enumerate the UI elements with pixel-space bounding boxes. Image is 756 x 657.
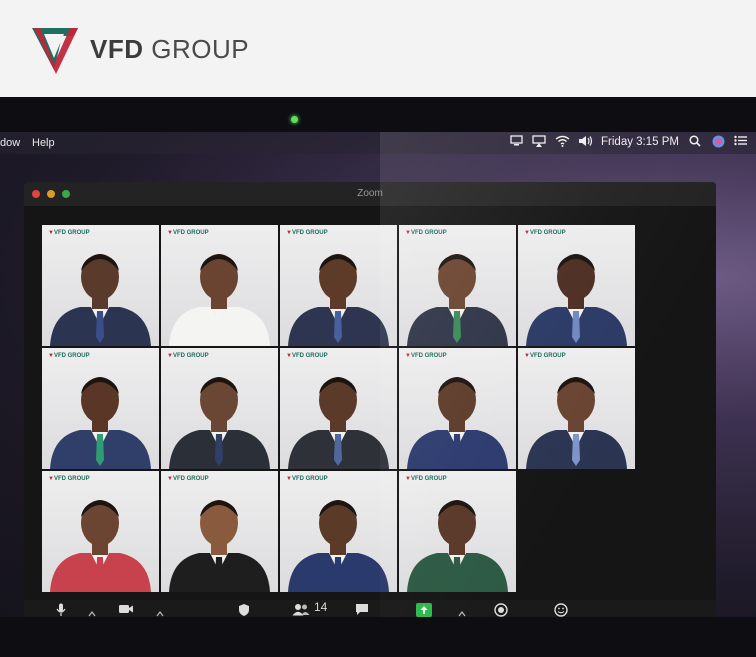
participant-video [407,377,508,469]
participant-tile[interactable]: ▼VFD GROUP [161,471,278,592]
participant-video [407,254,508,346]
chevron-up-icon[interactable] [458,606,466,617]
participant-video [50,500,151,592]
video-icon[interactable] [118,603,134,617]
participant-video [526,377,627,469]
reactions-icon[interactable] [554,603,568,617]
chat-icon[interactable] [355,603,369,617]
participant-tile[interactable]: ▼VFD GROUP [42,225,159,346]
participant-tile[interactable]: ▼VFD GROUP [42,348,159,469]
wifi-icon[interactable] [555,135,570,149]
vfd-logo: VFD GROUP [30,22,249,76]
menubar-clock[interactable]: Friday 3:15 PM [601,136,679,148]
menu-item-window[interactable]: dow [0,137,20,149]
share-screen-button[interactable] [416,603,432,617]
participant-video [50,377,151,469]
participant-video [407,500,508,592]
participant-tile[interactable]: ▼VFD GROUP [42,471,159,592]
participant-video [288,377,389,469]
desktop-screen: dow Help Friday 3:15 PM Zoom ▼VFD GROUP … [0,132,756,617]
chevron-up-icon[interactable] [88,606,96,617]
participant-tile[interactable]: ▼VFD GROUP [518,348,635,469]
header-band: VFD GROUP [0,0,756,100]
participant-tile[interactable]: ▼VFD GROUP [280,225,397,346]
participant-video [169,500,270,592]
participant-video [169,254,270,346]
zoom-window-title: Zoom [357,188,383,199]
volume-icon[interactable] [578,135,593,149]
participant-tile[interactable]: ▼VFD GROUP [518,225,635,346]
menu-bar: dow Help Friday 3:15 PM [0,132,756,154]
participant-video [169,377,270,469]
participant-video [288,254,389,346]
participant-tile[interactable]: ▼VFD GROUP [399,348,516,469]
siri-icon[interactable] [711,135,725,149]
participant-video [50,254,151,346]
participant-tile[interactable]: ▼VFD GROUP [399,225,516,346]
participant-tile[interactable]: ▼VFD GROUP [399,471,516,592]
menu-item-help[interactable]: Help [32,137,55,149]
participant-tile[interactable]: ▼VFD GROUP [280,471,397,592]
security-icon[interactable] [238,603,250,617]
participant-video [288,500,389,592]
participant-tile[interactable]: ▼VFD GROUP [161,348,278,469]
participant-video [526,254,627,346]
zoom-titlebar: Zoom [24,182,716,206]
logo-wordmark: VFD GROUP [90,33,250,64]
webcam-indicator [291,116,298,123]
mic-icon[interactable] [56,603,66,617]
participant-tile[interactable]: ▼VFD GROUP [161,225,278,346]
vfd-logo-mark-icon [32,28,78,74]
screen-mirror-icon[interactable] [509,135,523,149]
participants-icon[interactable] [292,603,310,617]
search-icon[interactable] [688,135,702,149]
record-icon[interactable] [494,603,508,617]
zoom-toolbar: 14 [24,600,716,617]
participants-count-badge: 14 [314,600,328,614]
zoom-window: Zoom ▼VFD GROUP ▼VFD GROUP ▼VFD GROUP ▼VFD … [24,182,716,617]
participant-tile[interactable]: ▼VFD GROUP [280,348,397,469]
chevron-up-icon[interactable] [156,606,164,617]
airplay-icon[interactable] [532,135,546,149]
control-center-icon[interactable] [734,135,748,149]
status-area: Friday 3:15 PM [509,135,748,149]
